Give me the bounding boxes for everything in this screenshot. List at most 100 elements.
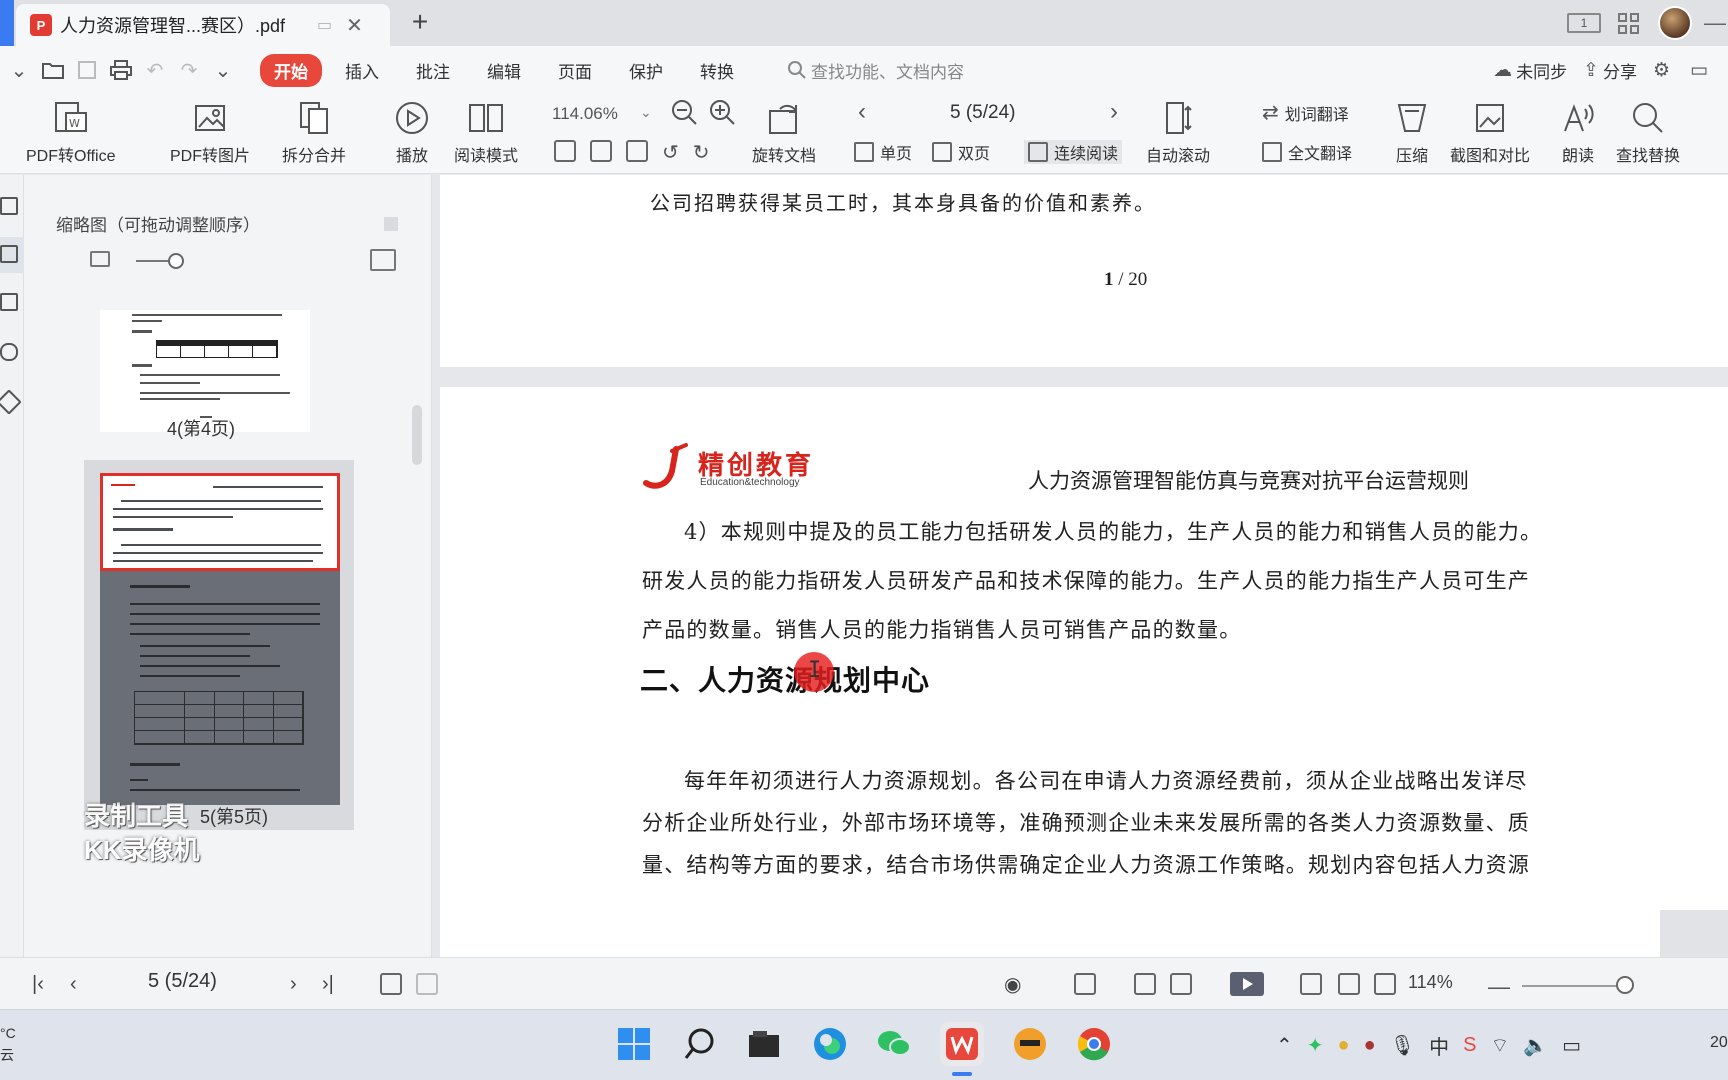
small-image-icon[interactable] [90,251,110,267]
eye-protection-icon[interactable]: ◉ [1004,958,1021,1010]
menu-tab-protect[interactable]: 保护 [615,54,677,87]
share-button[interactable]: ⇪ 分享 [1583,58,1637,83]
fit-width-status-icon[interactable] [1374,958,1396,1010]
status-zoom-value[interactable]: 114% [1408,972,1453,993]
pdf-to-office-button[interactable]: W PDF转Office [26,100,116,166]
read-mode-button[interactable]: 阅读模式 [454,100,518,166]
thumbnail-size-slider[interactable] [64,239,404,271]
menu-tab-annotate[interactable]: 批注 [402,54,464,87]
read-aloud-button[interactable]: 朗读 [1560,100,1596,166]
zoom-slider-knob[interactable] [1616,976,1634,994]
tray-expand-icon[interactable]: ⌃ [1276,1033,1293,1058]
menu-tab-convert[interactable]: 转换 [686,54,748,87]
forward-view-icon[interactable] [416,958,438,1010]
actual-size-icon[interactable] [554,140,576,162]
rotate-left-icon[interactable]: ↺ [662,140,679,165]
next-page-icon[interactable]: › [290,958,297,1010]
thumbnail-icon[interactable] [0,245,18,263]
view-mode-button[interactable]: 1 [1562,1,1606,45]
monitor-icon[interactable]: ▭ [317,15,332,35]
side-collapse-tab[interactable] [1660,910,1728,958]
attachment-icon[interactable] [0,343,18,361]
sogou-ime-icon[interactable]: S [1463,1034,1476,1057]
actual-size-status-icon[interactable] [1300,958,1322,1010]
find-replace-button[interactable]: 查找替换 [1616,100,1680,166]
continuous-view-icon[interactable] [1074,958,1096,1010]
zoom-chevron-icon[interactable]: ⌄ [640,104,652,121]
save-icon[interactable] [70,53,104,87]
user-avatar[interactable] [1658,6,1692,40]
play-presentation-button[interactable] [1230,972,1264,996]
new-tab-button[interactable]: + [404,6,436,38]
menu-tab-edit[interactable]: 编辑 [473,54,535,87]
microphone-icon[interactable]: 🎙 [1390,1033,1415,1058]
zoom-in-icon[interactable] [708,98,736,131]
minimize-button[interactable]: — [1704,10,1728,36]
tray-app-icon[interactable]: ● [1338,1034,1350,1057]
edge-browser-icon[interactable] [808,1022,852,1066]
thumbnail-page-4[interactable] [100,310,310,432]
rotate-right-icon[interactable]: ↻ [693,140,710,165]
tray-app-icon[interactable]: ● [1364,1034,1376,1057]
last-page-icon[interactable]: ›| [322,958,334,1010]
ime-indicator[interactable]: 中 [1429,1031,1449,1060]
menu-tab-insert[interactable]: 插入 [331,54,393,87]
panel-scrollbar[interactable] [412,405,422,465]
ribbon-page-indicator[interactable]: 5 (5/24) [950,102,1015,124]
wps-office-icon[interactable] [940,1022,984,1066]
page-outline-icon[interactable] [0,293,18,311]
double-view-icon[interactable] [1170,958,1192,1010]
redo-icon[interactable]: ↷ [172,53,206,87]
clock[interactable]: 20 [1710,1034,1728,1052]
split-merge-button[interactable]: 拆分合并 [282,100,346,166]
grid-view-button[interactable] [1606,1,1650,45]
back-view-icon[interactable] [380,958,402,1010]
function-search[interactable]: 查找功能、文档内容 [787,58,964,83]
zoom-minus-icon[interactable]: — [1488,974,1510,1000]
kk-recorder-icon[interactable] [1008,1022,1052,1066]
battery-icon[interactable]: ▭ [1562,1033,1581,1058]
weather-widget[interactable]: °C 云 [0,1022,16,1066]
print-icon[interactable] [104,53,138,87]
fit-page-icon[interactable] [590,140,612,162]
feedback-button[interactable]: ▭ [1690,59,1712,82]
fit-width-icon[interactable] [626,140,648,162]
prev-page-arrow-icon[interactable]: ‹ [858,98,866,126]
document-tab[interactable]: P 人力资源管理智...赛区）.pdf ▭ ✕ [16,4,390,46]
zoom-out-icon[interactable] [670,98,698,131]
single-page-button[interactable]: 单页 [854,140,912,164]
taskbar-search-icon[interactable] [678,1022,722,1066]
chevron-down-icon[interactable]: ⌄ [2,53,36,87]
pdf-to-image-button[interactable]: PDF转图片 [170,100,250,166]
tray-app-icon[interactable]: ✦ [1307,1033,1324,1058]
double-page-button[interactable]: 双页 [932,140,990,164]
compress-button[interactable]: 压缩 [1394,100,1430,166]
volume-icon[interactable]: 🔈 [1523,1033,1548,1058]
tab-close-icon[interactable]: ✕ [346,13,363,38]
file-explorer-icon[interactable] [742,1022,786,1066]
thumbnail-page-5[interactable] [100,473,340,805]
undo-icon[interactable]: ↶ [138,53,172,87]
full-translate-button[interactable]: 全文翻译 [1262,140,1352,164]
menu-tab-start[interactable]: 开始 [260,53,322,87]
chrome-browser-icon[interactable] [1072,1022,1116,1066]
next-page-arrow-icon[interactable]: › [1110,98,1118,126]
open-folder-icon[interactable] [36,53,70,87]
rotate-document-button[interactable]: 旋转文档 [752,100,816,166]
large-image-icon[interactable] [370,249,396,271]
menu-tab-page[interactable]: 页面 [544,54,606,87]
wechat-icon[interactable] [872,1022,916,1066]
fit-page-status-icon[interactable] [1338,958,1360,1010]
word-translate-button[interactable]: ⇄ 划词翻译 [1262,100,1349,125]
screenshot-compare-button[interactable]: 截图和对比 [1450,100,1530,166]
prev-page-icon[interactable]: ‹ [70,958,77,1010]
settings-button[interactable]: ⚙ [1653,59,1674,82]
wifi-icon[interactable]: ⌔ [1490,1033,1509,1058]
windows-start-icon[interactable] [612,1022,656,1066]
continuous-read-button[interactable]: 连续阅读 [1024,140,1123,164]
page-number-input[interactable]: 5 (5/24) [148,970,217,993]
sync-button[interactable]: ☁ 未同步 [1493,58,1567,83]
zoom-dropdown[interactable]: 114.06% [552,104,618,124]
first-page-icon[interactable]: |‹ [32,958,44,1010]
auto-scroll-button[interactable]: 自动滚动 [1146,100,1210,166]
